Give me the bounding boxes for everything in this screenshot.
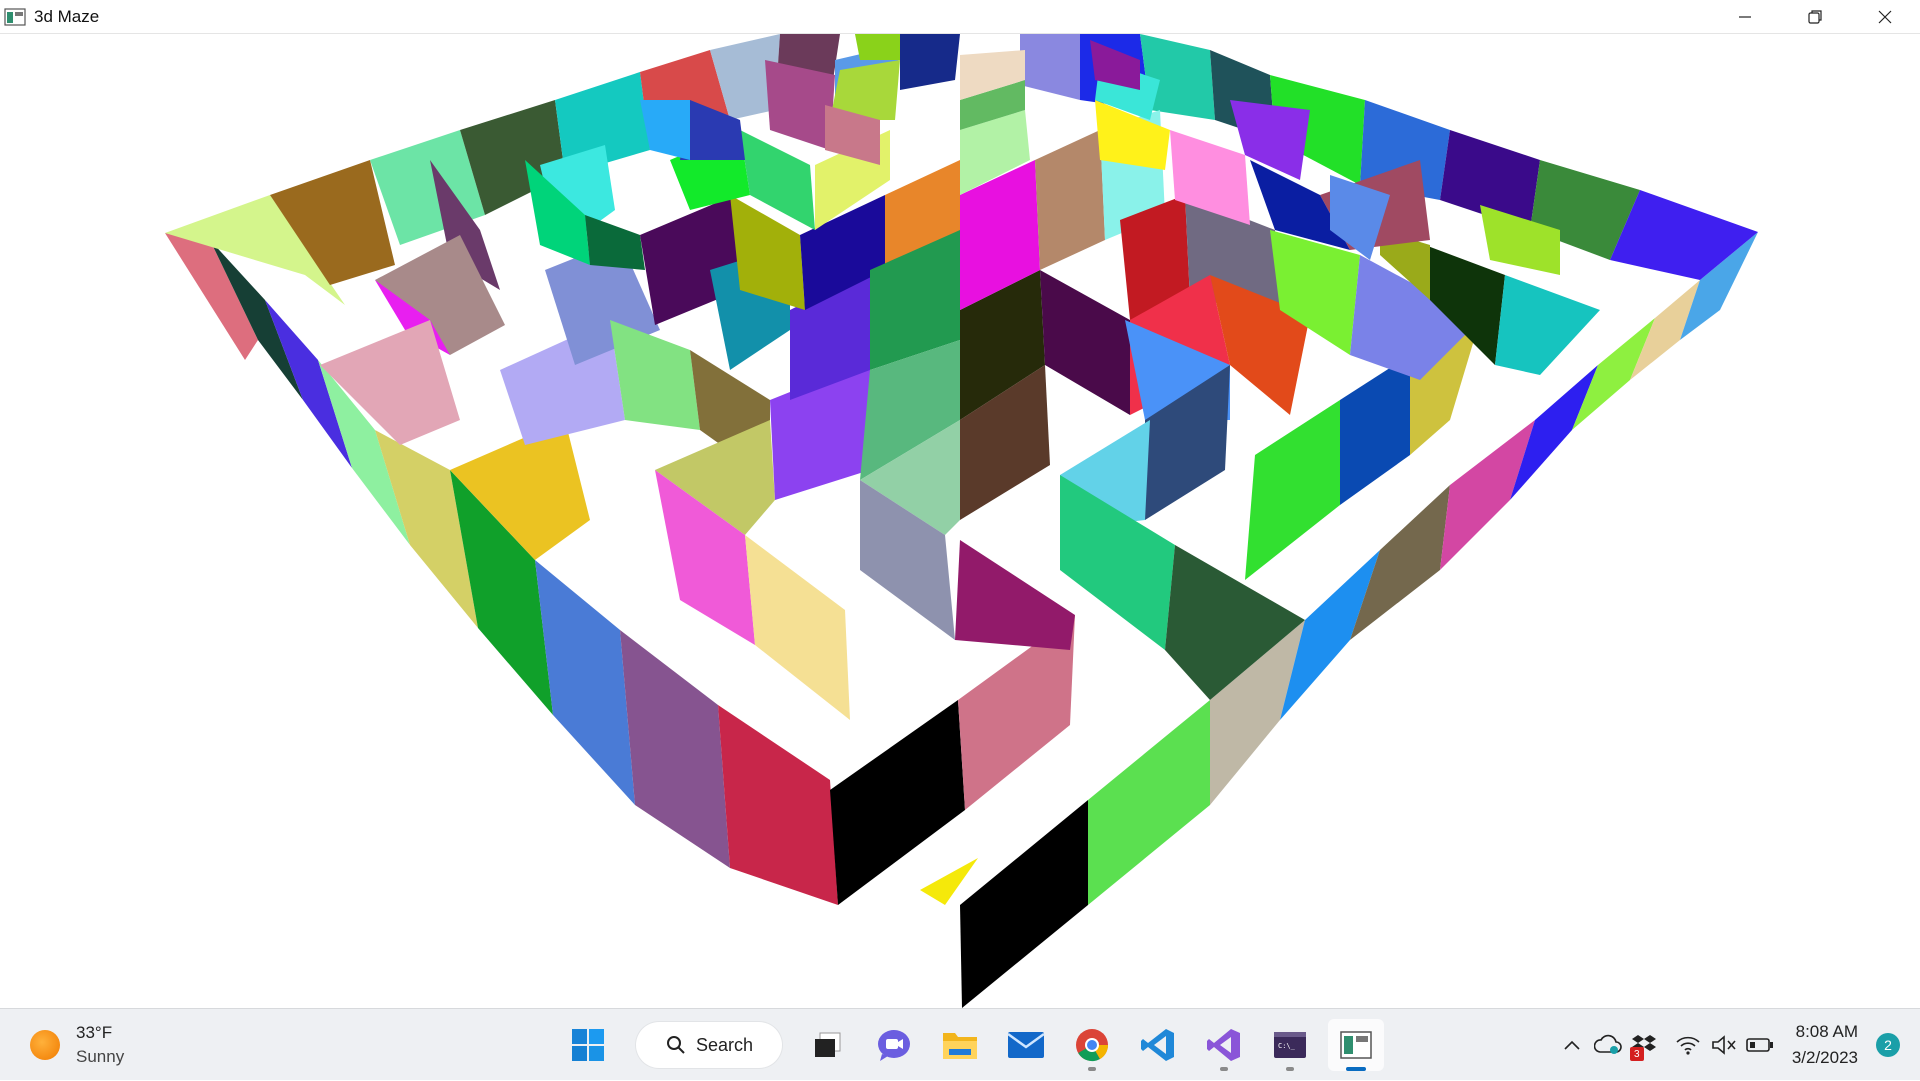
restore-icon (1808, 10, 1822, 24)
search-label: Search (696, 1034, 754, 1055)
wall (1340, 355, 1410, 505)
running-indicator (1346, 1067, 1366, 1071)
mail-button[interactable] (998, 1019, 1054, 1071)
wall (830, 700, 965, 905)
sun-icon (30, 1030, 60, 1060)
minimize-button[interactable] (1710, 0, 1780, 34)
wall (955, 540, 1075, 650)
wall (1035, 130, 1105, 270)
weather-temperature: 33°F (76, 1023, 113, 1042)
chat-icon (878, 1030, 910, 1061)
onedrive-tray-button[interactable] (1590, 1027, 1626, 1063)
cloud-sync-icon (1593, 1034, 1622, 1054)
maze-app-button[interactable] (1328, 1019, 1384, 1071)
search-icon (667, 1036, 685, 1054)
volume-muted-icon (1712, 1035, 1736, 1055)
wall (265, 300, 352, 468)
visual-studio-icon (1207, 1029, 1240, 1061)
wall (1088, 700, 1210, 905)
battery-tray-button[interactable] (1742, 1027, 1778, 1063)
wall (535, 560, 635, 805)
maze-app-icon (1340, 1031, 1372, 1059)
title-bar[interactable]: 3d Maze (0, 0, 1920, 34)
wall (585, 215, 645, 270)
volume-tray-button[interactable] (1706, 1027, 1742, 1063)
task-view-button[interactable] (800, 1019, 856, 1071)
file-explorer-button[interactable] (932, 1019, 988, 1071)
terminal-icon: C:\_ (1274, 1032, 1306, 1058)
wall (718, 705, 838, 905)
show-hidden-icons-button[interactable] (1554, 1027, 1590, 1063)
wall (1440, 420, 1535, 570)
wall (1040, 270, 1130, 415)
minimize-icon (1739, 16, 1751, 18)
window-title: 3d Maze (34, 6, 100, 26)
wall (1572, 318, 1655, 430)
clock-time: 8:08 AM (1795, 1022, 1858, 1041)
vscode-icon (1141, 1029, 1174, 1061)
clock-date: 3/2/2023 (1791, 1048, 1858, 1067)
mail-icon (1007, 1032, 1045, 1058)
maze-canvas[interactable] (0, 34, 1920, 1008)
close-button[interactable] (1850, 0, 1920, 34)
maze-scene (165, 34, 1758, 1008)
network-tray-button[interactable] (1670, 1027, 1706, 1063)
chat-button[interactable] (866, 1019, 922, 1071)
running-indicator (1088, 1067, 1096, 1071)
taskbar: 33°F Sunny Search C:\_ 3 8:08 AM 3/2/202… (0, 1008, 1920, 1080)
running-indicator (1220, 1067, 1228, 1071)
wall (620, 630, 730, 868)
chrome-button[interactable] (1064, 1019, 1120, 1071)
wall (855, 34, 900, 60)
chevron-up-icon (1564, 1040, 1580, 1050)
wall (640, 100, 690, 160)
wall (1350, 485, 1450, 640)
battery-icon (1746, 1038, 1773, 1052)
wall (765, 60, 835, 150)
wall (1495, 275, 1600, 375)
close-icon (1878, 10, 1892, 24)
start-icon (572, 1029, 604, 1061)
app-window: 3d Maze (0, 0, 1920, 1008)
chrome-icon (1076, 1029, 1109, 1062)
dropbox-tray-button[interactable]: 3 (1626, 1027, 1662, 1063)
clock[interactable]: 8:08 AM 3/2/2023 (1792, 1019, 1858, 1071)
start-button[interactable] (560, 1019, 616, 1071)
wall (900, 34, 960, 90)
wall (1020, 34, 1080, 100)
app-icon (4, 7, 26, 26)
weather-condition: Sunny (76, 1047, 125, 1066)
running-indicator (1286, 1067, 1294, 1071)
terminal-button[interactable]: C:\_ (1262, 1019, 1318, 1071)
wall (960, 800, 1088, 1008)
dropbox-badge: 3 (1629, 1047, 1644, 1061)
weather-widget[interactable]: 33°F Sunny (30, 1021, 124, 1069)
vscode-button[interactable] (1130, 1019, 1186, 1071)
search-box[interactable]: Search (636, 1022, 782, 1068)
wall (745, 535, 850, 720)
task-view-icon (815, 1032, 841, 1057)
notification-badge[interactable]: 2 (1876, 1033, 1900, 1057)
visual-studio-button[interactable] (1196, 1019, 1252, 1071)
svg-text:C:\_: C:\_ (1278, 1042, 1296, 1050)
wifi-icon (1676, 1036, 1700, 1055)
restore-button[interactable] (1780, 0, 1850, 34)
system-tray: 3 8:08 AM 3/2/2023 2 (1554, 1009, 1920, 1081)
file-explorer-icon (943, 1033, 977, 1059)
wall (1245, 400, 1340, 580)
